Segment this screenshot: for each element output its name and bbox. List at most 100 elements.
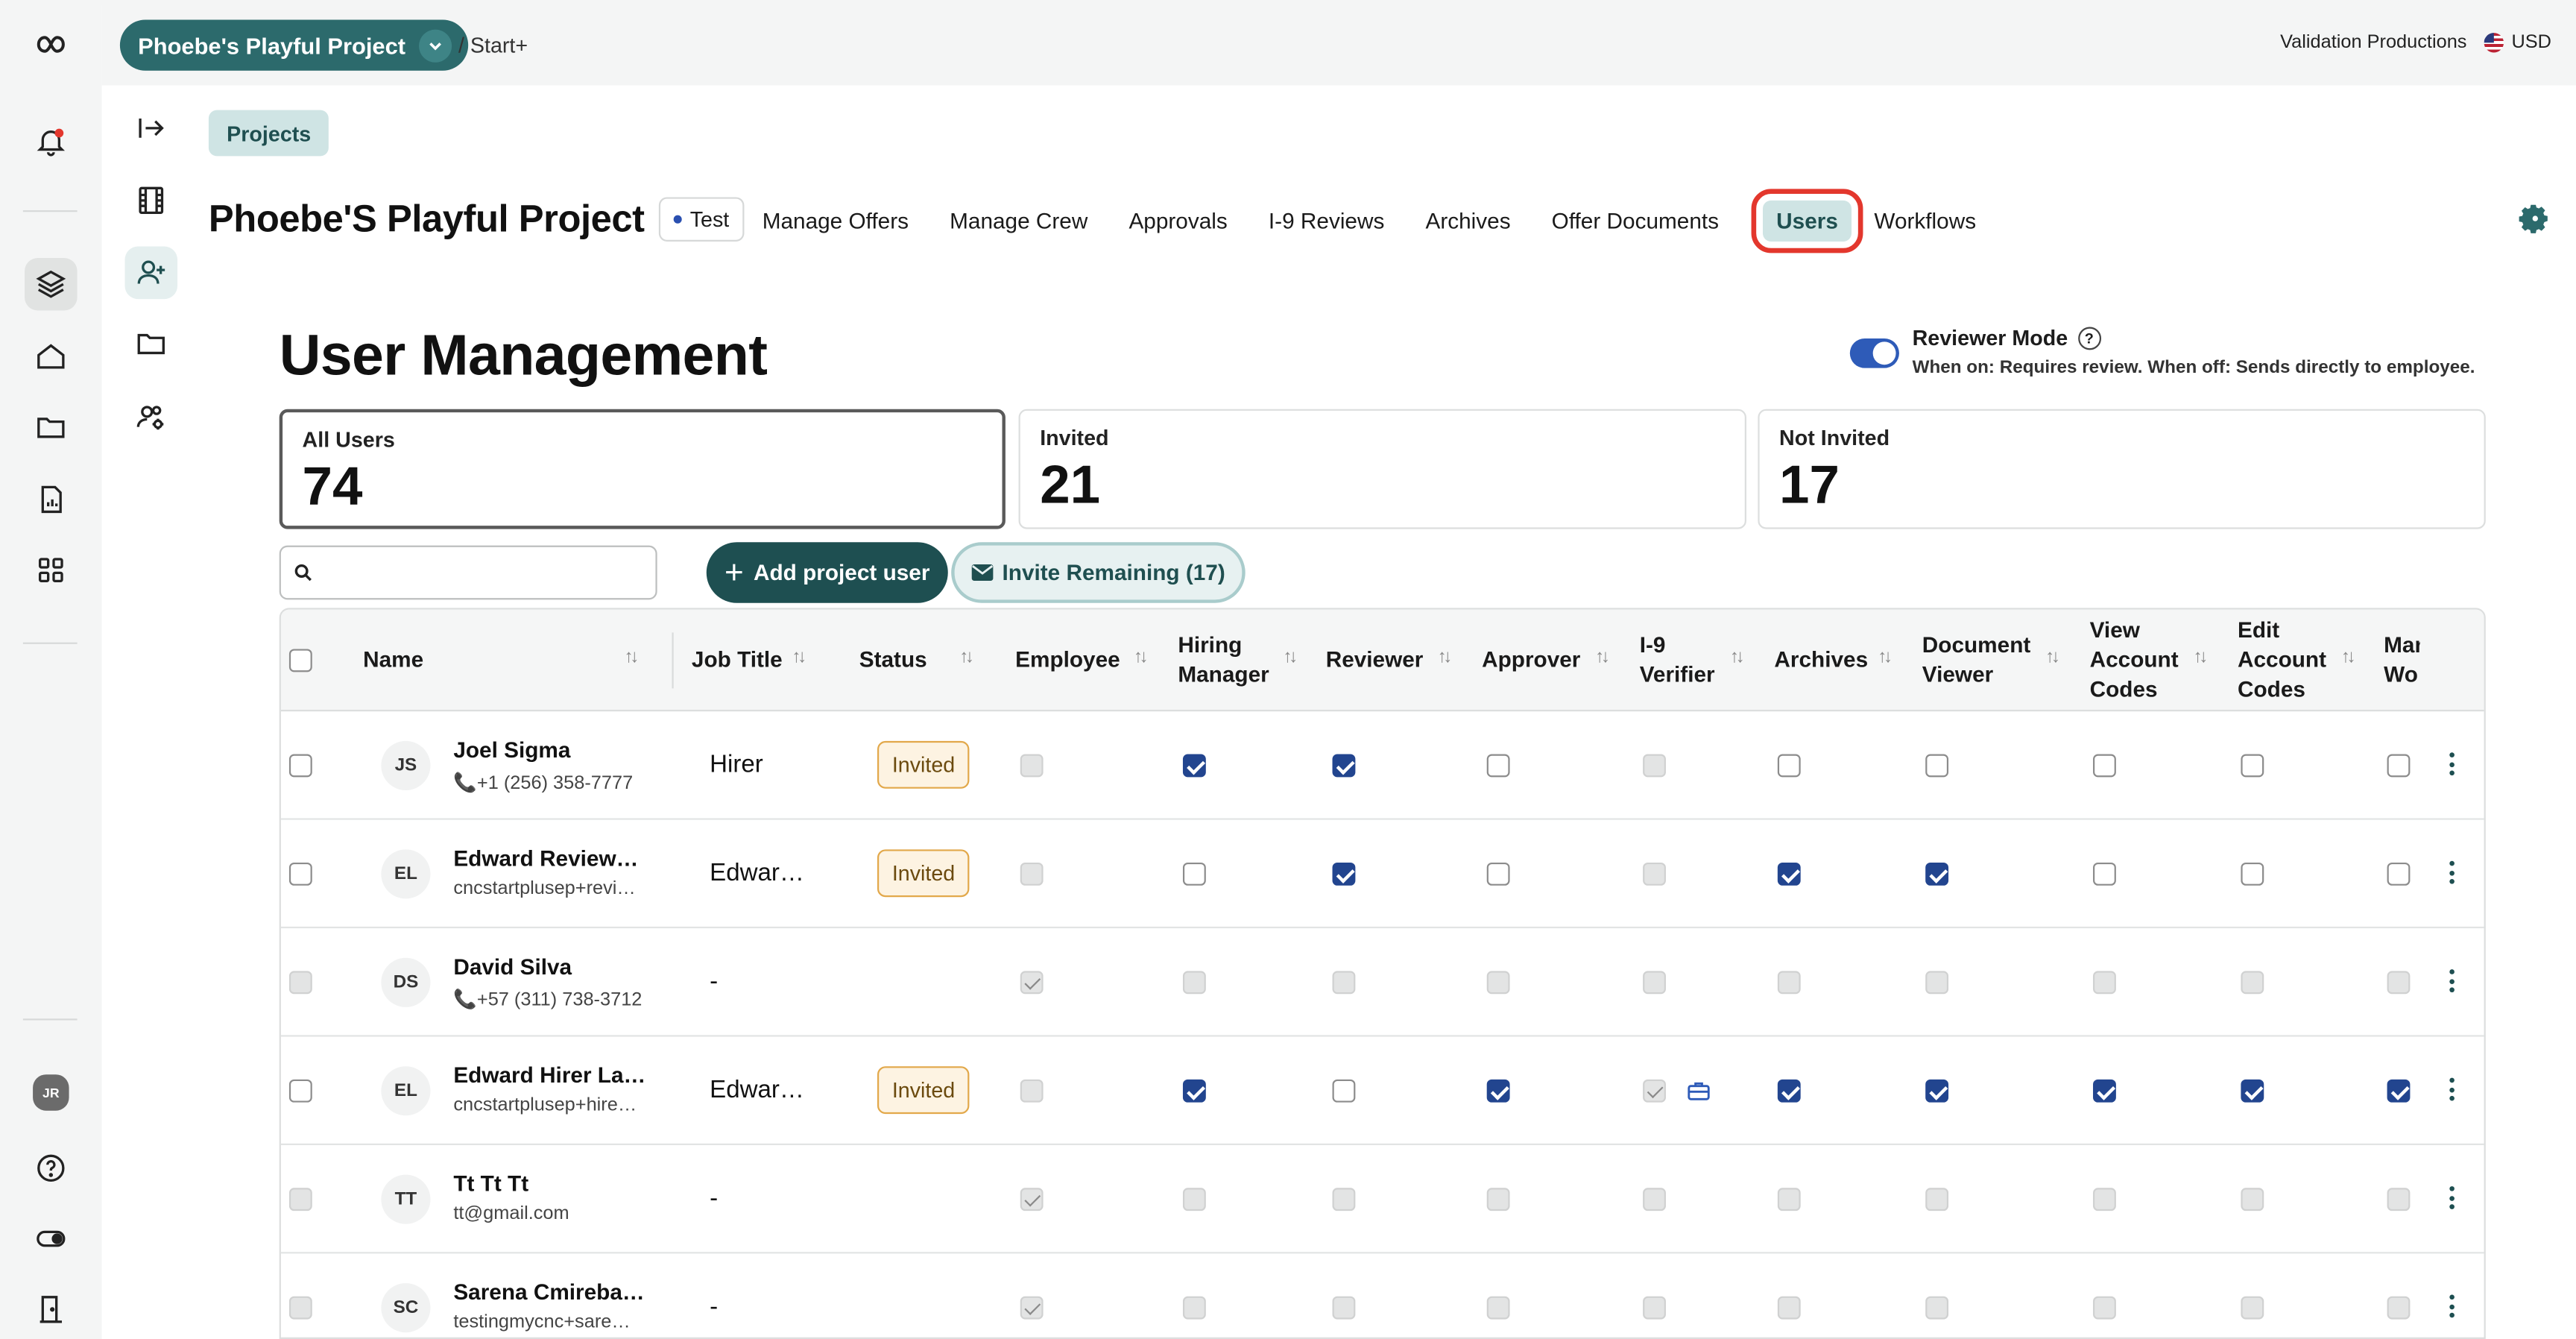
perm-manage-workflows-checkbox[interactable] [2387, 1079, 2411, 1103]
table-row[interactable]: EL Edward Review… cncstartplusep+revi… Edwa… [280, 820, 2484, 929]
team-settings-icon[interactable] [125, 391, 178, 444]
stat-card-not-invited[interactable]: Not Invited 17 [1758, 409, 2486, 529]
perm-document-viewer-checkbox[interactable] [1925, 1079, 1949, 1103]
breadcrumb[interactable]: / Start+ [458, 33, 528, 57]
add-project-user-button[interactable]: + Add project user [706, 542, 948, 603]
perm-manage-workflows-checkbox[interactable] [2387, 862, 2411, 886]
col-view-account-codes[interactable]: View Account Codes [2090, 610, 2179, 712]
report-icon[interactable] [25, 473, 78, 526]
home-icon[interactable] [25, 330, 78, 383]
user-name[interactable]: Sarena Cmireba… [453, 1280, 644, 1305]
col-i9-verifier[interactable]: I-9 Verifier [1640, 610, 1715, 712]
perm-edit-account-codes-checkbox[interactable] [2241, 754, 2264, 778]
user-avatar[interactable]: JR [33, 1074, 69, 1111]
col-status[interactable]: Status [859, 610, 927, 712]
col-document-viewer[interactable]: Document Viewer [1922, 610, 2031, 712]
perm-reviewer-checkbox[interactable] [1332, 754, 1356, 778]
tab-approvals[interactable]: Approvals [1116, 200, 1241, 241]
film-icon[interactable] [125, 174, 178, 227]
col-job-title[interactable]: Job Title [692, 610, 783, 712]
tab-manage-offers[interactable]: Manage Offers [749, 200, 922, 241]
row-select-checkbox[interactable] [288, 1079, 312, 1103]
row-actions-menu-icon[interactable] [2446, 860, 2456, 887]
row-select-checkbox[interactable] [288, 1188, 312, 1212]
help-icon[interactable] [25, 1142, 78, 1195]
invite-remaining-button[interactable]: Invite Remaining (17) [951, 542, 1246, 603]
user-name[interactable]: Joel Sigma [453, 737, 570, 762]
help-question-icon[interactable]: ? [2077, 326, 2101, 350]
apps-grid-icon[interactable] [25, 544, 78, 596]
user-name[interactable]: Edward Hirer La… [453, 1063, 645, 1088]
col-reviewer[interactable]: Reviewer [1326, 610, 1424, 712]
perm-approver-checkbox[interactable] [1486, 1079, 1510, 1103]
col-employee[interactable]: Employee [1015, 610, 1120, 712]
projects-tag[interactable]: Projects [208, 110, 329, 157]
col-name[interactable]: Name [363, 610, 423, 712]
col-edit-account-codes[interactable]: Edit Account Codes [2238, 610, 2326, 712]
sort-icon[interactable]: ↑↓ [2045, 647, 2060, 667]
sort-icon[interactable]: ↑↓ [1595, 647, 1610, 667]
perm-approver-checkbox[interactable] [1486, 754, 1510, 778]
tab-users[interactable]: Users [1752, 188, 1863, 253]
sort-icon[interactable]: ↑↓ [1438, 647, 1453, 667]
project-switcher[interactable]: Phoebe's Playful Project [119, 19, 468, 71]
search-input[interactable] [279, 545, 657, 600]
table-row[interactable]: TT Tt Tt Tt tt@gmail.com - [280, 1145, 2484, 1254]
tab-i9-reviews[interactable]: I-9 Reviews [1255, 200, 1398, 241]
perm-hiring-manager-checkbox[interactable] [1182, 862, 1206, 886]
row-actions-menu-icon[interactable] [2446, 1077, 2456, 1104]
select-all-checkbox[interactable] [288, 649, 312, 672]
layers-icon[interactable] [25, 257, 78, 311]
table-row[interactable]: DS David Silva 📞+57 (311) 738-3712 - [280, 928, 2484, 1037]
table-row[interactable]: JS Joel Sigma 📞+1 (256) 358-7777 Hirer Invit… [280, 711, 2484, 820]
tab-archives[interactable]: Archives [1412, 200, 1524, 241]
perm-archives-checkbox[interactable] [1777, 754, 1801, 778]
briefcase-icon[interactable] [1688, 1081, 1711, 1100]
tab-workflows[interactable]: Workflows [1861, 200, 1989, 241]
row-select-checkbox[interactable] [288, 1296, 312, 1320]
company-name[interactable]: Validation Productions [2280, 33, 2466, 52]
col-approver[interactable]: Approver [1482, 610, 1580, 712]
row-actions-menu-icon[interactable] [2446, 969, 2456, 995]
currency-selector[interactable]: USD [2483, 33, 2551, 53]
sort-icon[interactable]: ↑↓ [1283, 647, 1298, 667]
logo-icon[interactable] [25, 18, 78, 71]
folder-icon[interactable] [125, 317, 178, 370]
user-name[interactable]: David Silva [453, 954, 572, 979]
sort-icon[interactable]: ↑↓ [1134, 647, 1149, 667]
sort-icon[interactable]: ↑↓ [2341, 647, 2356, 667]
collapse-sidebar-icon[interactable] [125, 102, 178, 155]
row-select-checkbox[interactable] [288, 971, 312, 995]
perm-hiring-manager-checkbox[interactable] [1182, 1079, 1206, 1103]
table-row[interactable]: EL Edward Hirer La… cncstartplusep+hire… Ed… [280, 1037, 2484, 1145]
perm-document-viewer-checkbox[interactable] [1925, 754, 1949, 778]
perm-approver-checkbox[interactable] [1486, 862, 1510, 886]
settings-gear-icon[interactable] [2517, 202, 2550, 235]
perm-hiring-manager-checkbox[interactable] [1182, 754, 1206, 778]
col-hiring-manager[interactable]: Hiring Manager [1178, 610, 1269, 712]
row-select-checkbox[interactable] [288, 862, 312, 886]
col-manage-workflows[interactable]: Mar Wo [2384, 610, 2419, 712]
row-actions-menu-icon[interactable] [2446, 1294, 2456, 1321]
sort-icon[interactable]: ↑↓ [625, 647, 640, 667]
col-archives[interactable]: Archives [1774, 610, 1868, 712]
perm-view-account-codes-checkbox[interactable] [2093, 754, 2116, 778]
sort-icon[interactable]: ↑↓ [1730, 647, 1745, 667]
sort-icon[interactable]: ↑↓ [1878, 647, 1892, 667]
stat-card-invited[interactable]: Invited 21 [1018, 409, 1746, 529]
tab-manage-crew[interactable]: Manage Crew [936, 200, 1101, 241]
toggle-theme-icon[interactable] [25, 1212, 78, 1265]
perm-archives-checkbox[interactable] [1777, 862, 1801, 886]
table-row[interactable]: SC Sarena Cmireba… testingmycnc+sare… - [281, 1253, 2484, 1337]
add-user-icon[interactable] [124, 246, 178, 300]
reviewer-mode-toggle[interactable] [1849, 338, 1899, 368]
perm-edit-account-codes-checkbox[interactable] [2241, 862, 2264, 886]
folder-icon[interactable] [25, 401, 78, 454]
stat-card-all-users[interactable]: All Users 74 [279, 409, 1006, 529]
sort-icon[interactable]: ↑↓ [2193, 647, 2208, 667]
perm-edit-account-codes-checkbox[interactable] [2241, 1079, 2264, 1103]
logout-door-icon[interactable] [25, 1283, 78, 1336]
perm-view-account-codes-checkbox[interactable] [2093, 1079, 2116, 1103]
tab-offer-documents[interactable]: Offer Documents [1538, 200, 1732, 241]
row-actions-menu-icon[interactable] [2446, 1186, 2456, 1212]
